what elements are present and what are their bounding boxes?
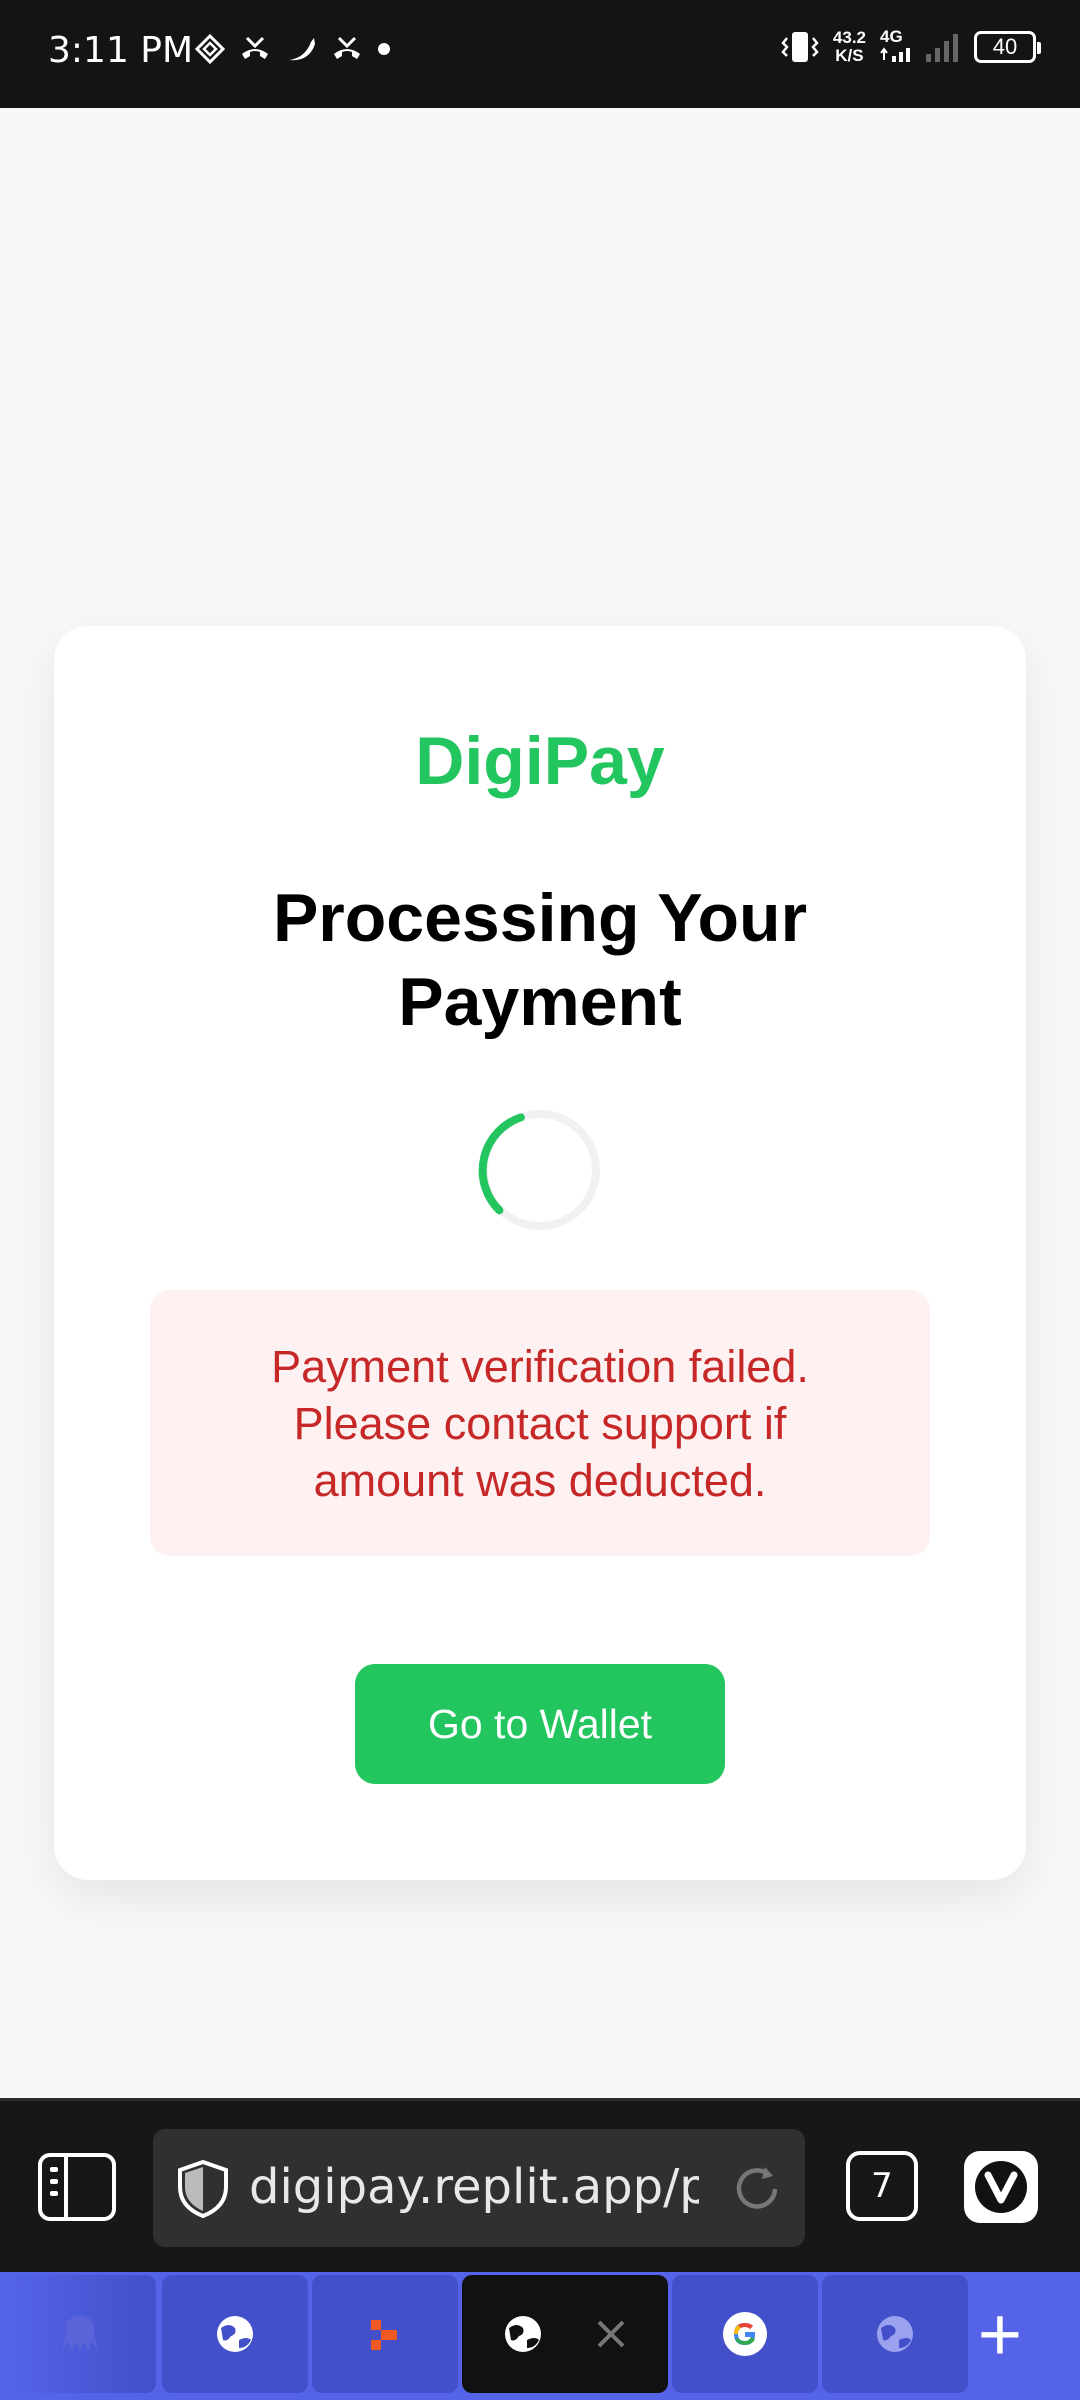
missed-call-icon-2 xyxy=(334,36,360,59)
globe-icon xyxy=(217,2316,253,2352)
error-message: Payment verification failed. Please cont… xyxy=(271,1340,809,1506)
system-icons: 43.2 K/S 4G 40 xyxy=(781,28,1041,66)
status-bar: 3:11 PM 43.2 K/S 4G 40 xyxy=(0,0,1080,108)
notification-icons xyxy=(195,34,391,64)
close-tab-icon[interactable] xyxy=(593,2316,629,2352)
globe-icon xyxy=(877,2316,913,2352)
browser-toolbar: digipay.replit.app/pay 7 xyxy=(0,2098,1080,2272)
tab-switcher-button[interactable]: 7 xyxy=(846,2151,918,2221)
network-type: 4G xyxy=(880,28,910,66)
data-arrows-icon xyxy=(880,47,910,62)
nfc-icon xyxy=(195,34,225,64)
signal-icon xyxy=(926,34,958,62)
google-icon xyxy=(723,2312,767,2356)
net-speed-unit: K/S xyxy=(835,46,864,65)
net-speed-value: 43.2 xyxy=(832,28,866,47)
page-title: Processing Your Payment xyxy=(272,880,808,1040)
tab-active[interactable] xyxy=(462,2275,668,2393)
error-alert: Payment verification failed. Please cont… xyxy=(150,1290,930,1556)
dot-icon xyxy=(378,43,390,55)
tab-octopus[interactable] xyxy=(4,2275,156,2393)
octopus-icon xyxy=(62,2316,98,2352)
pepper-icon xyxy=(289,38,315,61)
new-tab-button[interactable]: + xyxy=(970,2290,1030,2380)
address-bar[interactable]: digipay.replit.app/pay xyxy=(153,2129,805,2247)
net-speed: 43.2 K/S xyxy=(833,29,866,65)
app-logo-icon xyxy=(371,2320,397,2350)
battery-icon: 40 xyxy=(974,31,1041,63)
status-time: 3:11 PM xyxy=(48,30,194,71)
globe-icon xyxy=(505,2316,541,2352)
shield-icon[interactable] xyxy=(175,2159,231,2219)
vibrate-icon xyxy=(781,32,819,62)
loading-spinner-icon xyxy=(478,1110,600,1230)
vivaldi-menu-icon[interactable] xyxy=(964,2151,1038,2223)
panel-toggle-button[interactable] xyxy=(38,2153,116,2221)
reload-icon[interactable] xyxy=(729,2161,785,2217)
brand-logo: DigiPay xyxy=(415,723,665,799)
tab-bar: + xyxy=(0,2272,1080,2400)
tab-app[interactable] xyxy=(312,2275,458,2393)
go-to-wallet-button[interactable]: Go to Wallet xyxy=(355,1664,725,1784)
tab-globe-2[interactable] xyxy=(822,2275,968,2393)
missed-call-icon xyxy=(242,36,268,59)
tab-globe-1[interactable] xyxy=(162,2275,308,2393)
tab-google[interactable] xyxy=(672,2275,818,2393)
url-text[interactable]: digipay.replit.app/pay xyxy=(249,2159,699,2215)
network-type-label: 4G xyxy=(880,27,903,46)
